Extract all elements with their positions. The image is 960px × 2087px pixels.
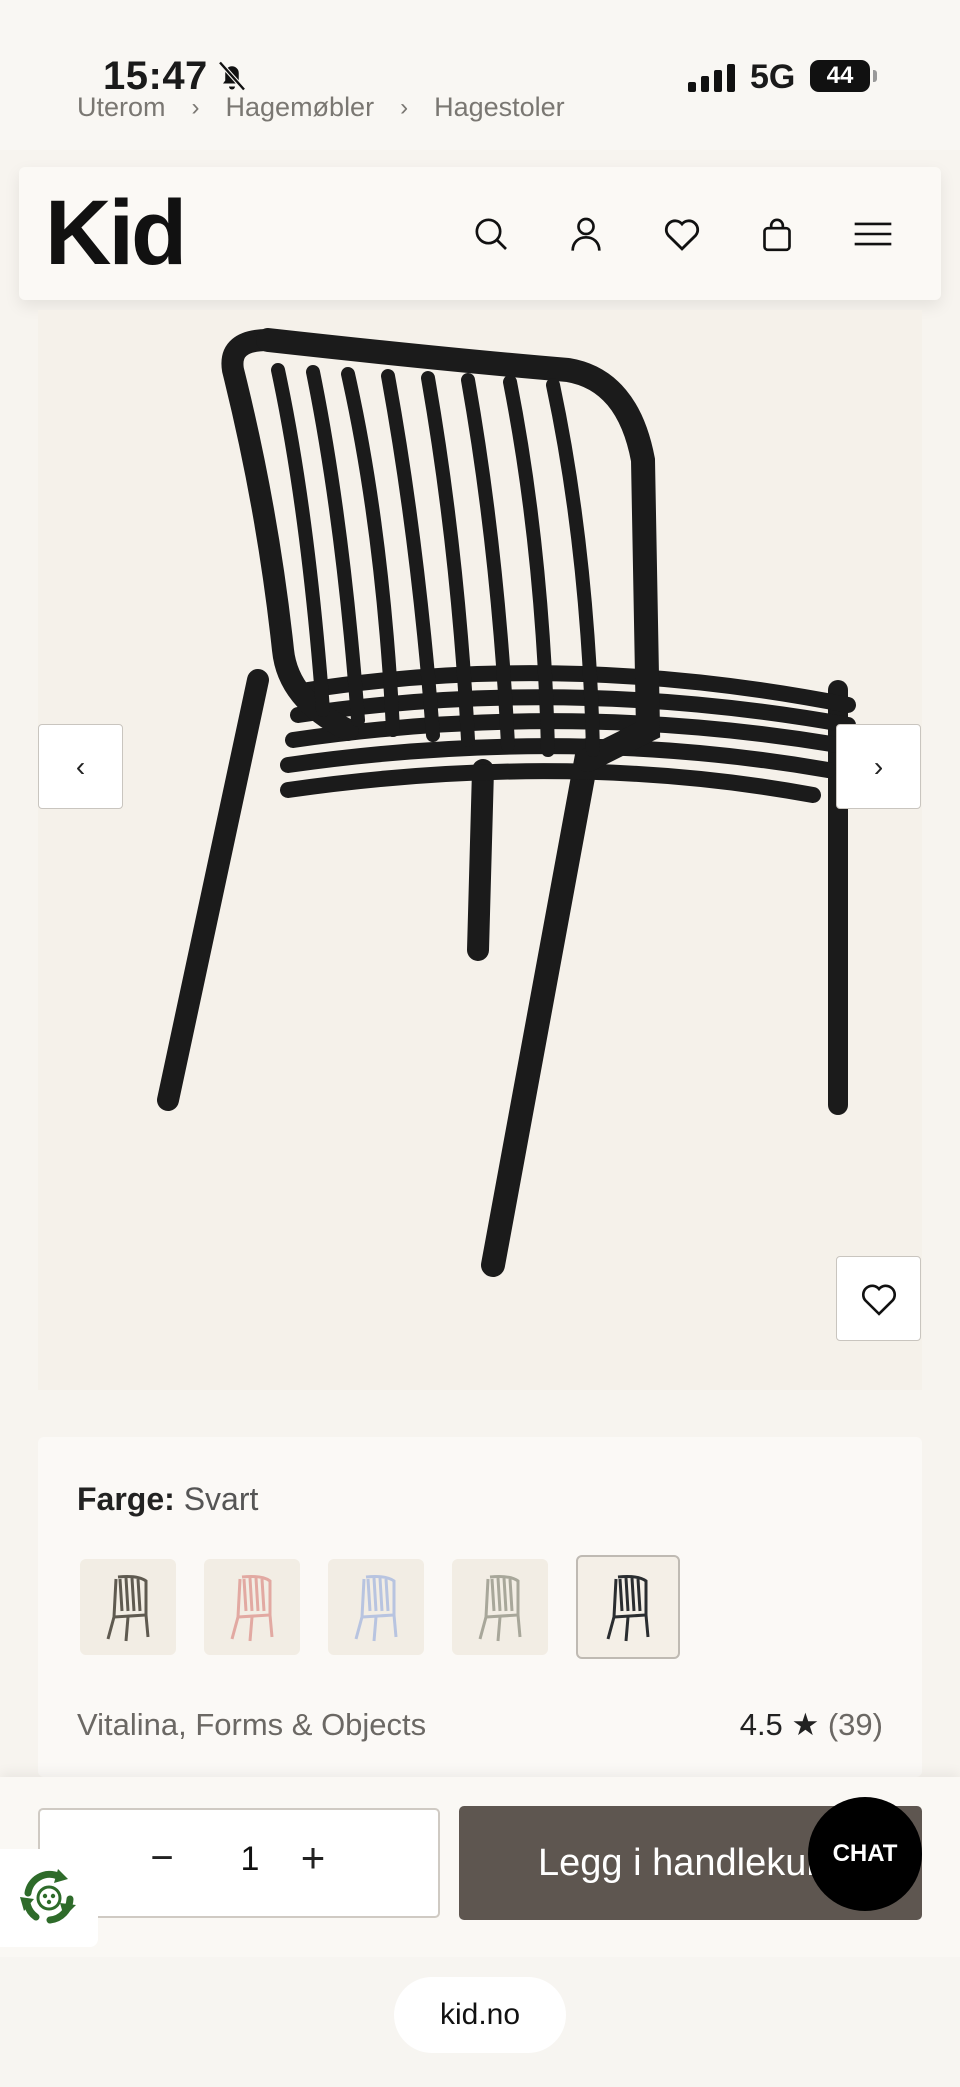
quantity-value[interactable]: 1 <box>230 1840 270 1879</box>
breadcrumb-separator: › <box>400 93 409 121</box>
chat-button[interactable]: CHAT <box>808 1797 922 1911</box>
chair-thumbnail-icon <box>230 1575 274 1642</box>
chair-thumbnail-icon <box>354 1575 398 1642</box>
breadcrumb-item-hagemobler[interactable]: Hagemøbler <box>226 92 375 123</box>
menu-icon[interactable] <box>850 211 896 257</box>
rating-count: (39) <box>827 1707 883 1742</box>
heart-icon <box>861 1284 896 1316</box>
gallery-prev-button[interactable]: ‹ <box>38 724 123 809</box>
color-label-title: Farge: <box>77 1481 175 1517</box>
swatch-sage[interactable] <box>452 1559 548 1655</box>
bell-muted-icon <box>218 61 246 91</box>
battery-icon: 44 <box>810 60 877 92</box>
chair-thumbnail-icon <box>606 1575 650 1642</box>
breadcrumb: Uterom › Hagemøbler › Hagestoler <box>77 92 565 123</box>
quantity-stepper: − 1 + <box>38 1808 440 1918</box>
color-label: Farge: Svart <box>77 1481 258 1518</box>
account-icon[interactable] <box>563 211 609 257</box>
gallery-next-button[interactable]: › <box>836 724 921 809</box>
wishlist-icon[interactable] <box>659 211 705 257</box>
swatch-green[interactable] <box>80 1559 176 1655</box>
chair-thumbnail-icon <box>478 1575 522 1642</box>
product-gallery: ‹ › <box>38 310 922 1390</box>
product-vendor[interactable]: Vitalina, Forms & Objects <box>77 1707 426 1743</box>
swatch-blue[interactable] <box>328 1559 424 1655</box>
color-swatches <box>80 1555 680 1659</box>
eco-recycle-badge[interactable] <box>0 1849 98 1947</box>
product-image-chair <box>157 328 856 1277</box>
status-bar: 15:47 5G 44 Uterom › Hagemøbler › Hagest… <box>0 0 960 150</box>
rating-value: 4.5 <box>739 1707 783 1742</box>
kid-logo[interactable]: Kid <box>45 181 187 286</box>
color-label-value: Svart <box>183 1481 259 1517</box>
site-header: Kid <box>19 167 941 300</box>
swatch-pink[interactable] <box>204 1559 300 1655</box>
swatch-black[interactable] <box>576 1555 680 1659</box>
chair-thumbnail-icon <box>106 1575 150 1642</box>
search-icon[interactable] <box>468 211 514 257</box>
signal-icon <box>688 64 735 92</box>
network-type: 5G <box>750 58 796 96</box>
breadcrumb-separator: › <box>191 93 200 121</box>
quantity-decrease-button[interactable]: − <box>142 1836 182 1881</box>
product-rating[interactable]: 4.5 ★ (39) <box>740 1707 883 1743</box>
star-icon: ★ <box>791 1707 820 1742</box>
cart-icon[interactable] <box>754 211 800 257</box>
breadcrumb-item-hagestoler[interactable]: Hagestoler <box>434 92 565 123</box>
product-options-panel: Farge: Svart Vitalina, Forms & Objects 4… <box>38 1437 922 1777</box>
favorite-button[interactable] <box>836 1256 921 1341</box>
quantity-increase-button[interactable]: + <box>293 1834 333 1882</box>
recycle-icon <box>20 1869 76 1924</box>
url-bar[interactable]: kid.no <box>394 1977 566 2053</box>
breadcrumb-item-uterom[interactable]: Uterom <box>77 92 166 123</box>
